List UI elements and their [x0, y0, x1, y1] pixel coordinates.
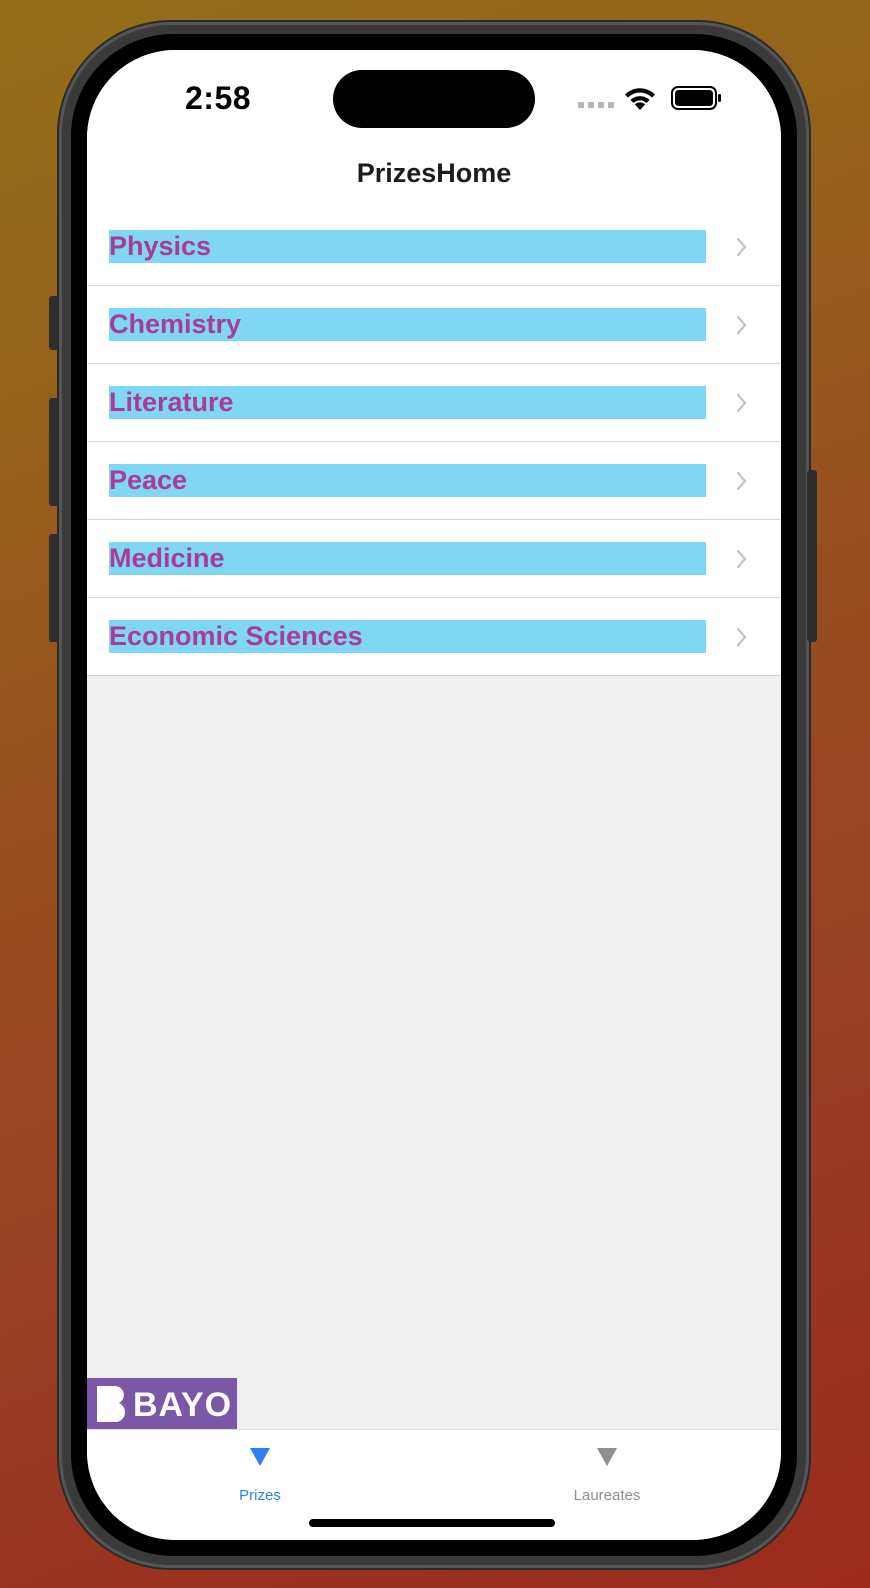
list-item-chemistry[interactable]: Chemistry — [87, 286, 781, 364]
list-item-label-highlight: Economic Sciences — [109, 620, 706, 653]
tab-prizes[interactable]: Prizes — [160, 1430, 360, 1520]
bayo-b-logo-icon — [97, 1386, 126, 1422]
list-item-label: Chemistry — [109, 309, 242, 339]
list-item-economic-sciences[interactable]: Economic Sciences — [87, 598, 781, 676]
list-item-label-highlight: Physics — [109, 230, 706, 263]
list-item-peace[interactable]: Peace — [87, 442, 781, 520]
list-item-label: Peace — [109, 465, 188, 495]
tab-laureates[interactable]: Laureates — [507, 1430, 707, 1520]
list-item-physics[interactable]: Physics — [87, 208, 781, 286]
chevron-right-icon — [736, 393, 747, 413]
list-item-label: Economic Sciences — [109, 621, 363, 651]
wifi-icon — [625, 88, 655, 110]
chevron-right-icon — [736, 471, 747, 491]
tab-laureates-label: Laureates — [573, 1487, 641, 1504]
power-button — [807, 470, 817, 642]
status-time: 2:58 — [185, 80, 252, 116]
list-item-label-highlight: Peace — [109, 464, 706, 497]
list-item-label-highlight: Medicine — [109, 542, 706, 575]
navigation-bar: PrizesHome — [87, 146, 781, 209]
home-indicator[interactable] — [309, 1519, 555, 1527]
chevron-right-icon — [736, 315, 747, 335]
cellular-signal-icon — [578, 102, 614, 108]
action-button — [49, 296, 59, 350]
page-title: PrizesHome — [356, 158, 512, 188]
list-item-medicine[interactable]: Medicine — [87, 520, 781, 598]
watermark-text: BAYO — [133, 1386, 233, 1424]
chevron-right-icon — [736, 627, 747, 647]
battery-icon — [671, 86, 721, 110]
list-item-label: Physics — [109, 231, 212, 261]
bayo-watermark-logo: BAYO — [87, 1378, 237, 1429]
triangle-down-icon — [597, 1448, 617, 1466]
tab-prizes-label: Prizes — [239, 1487, 281, 1504]
dynamic-island — [333, 70, 535, 128]
list-item-label: Medicine — [109, 543, 225, 573]
volume-up-button — [49, 398, 59, 506]
phone-screen: 2:58 PrizesHome Physics Chemistry Litera… — [87, 50, 781, 1540]
list-item-literature[interactable]: Literature — [87, 364, 781, 442]
list-item-label: Literature — [109, 387, 234, 417]
volume-down-button — [49, 534, 59, 642]
prize-category-list: Physics Chemistry Literature Peace Medic… — [87, 208, 781, 676]
chevron-right-icon — [736, 237, 747, 257]
status-bar: 2:58 — [87, 50, 781, 160]
list-item-label-highlight: Literature — [109, 386, 706, 419]
list-item-label-highlight: Chemistry — [109, 308, 706, 341]
chevron-right-icon — [736, 549, 747, 569]
triangle-down-icon — [250, 1448, 270, 1466]
